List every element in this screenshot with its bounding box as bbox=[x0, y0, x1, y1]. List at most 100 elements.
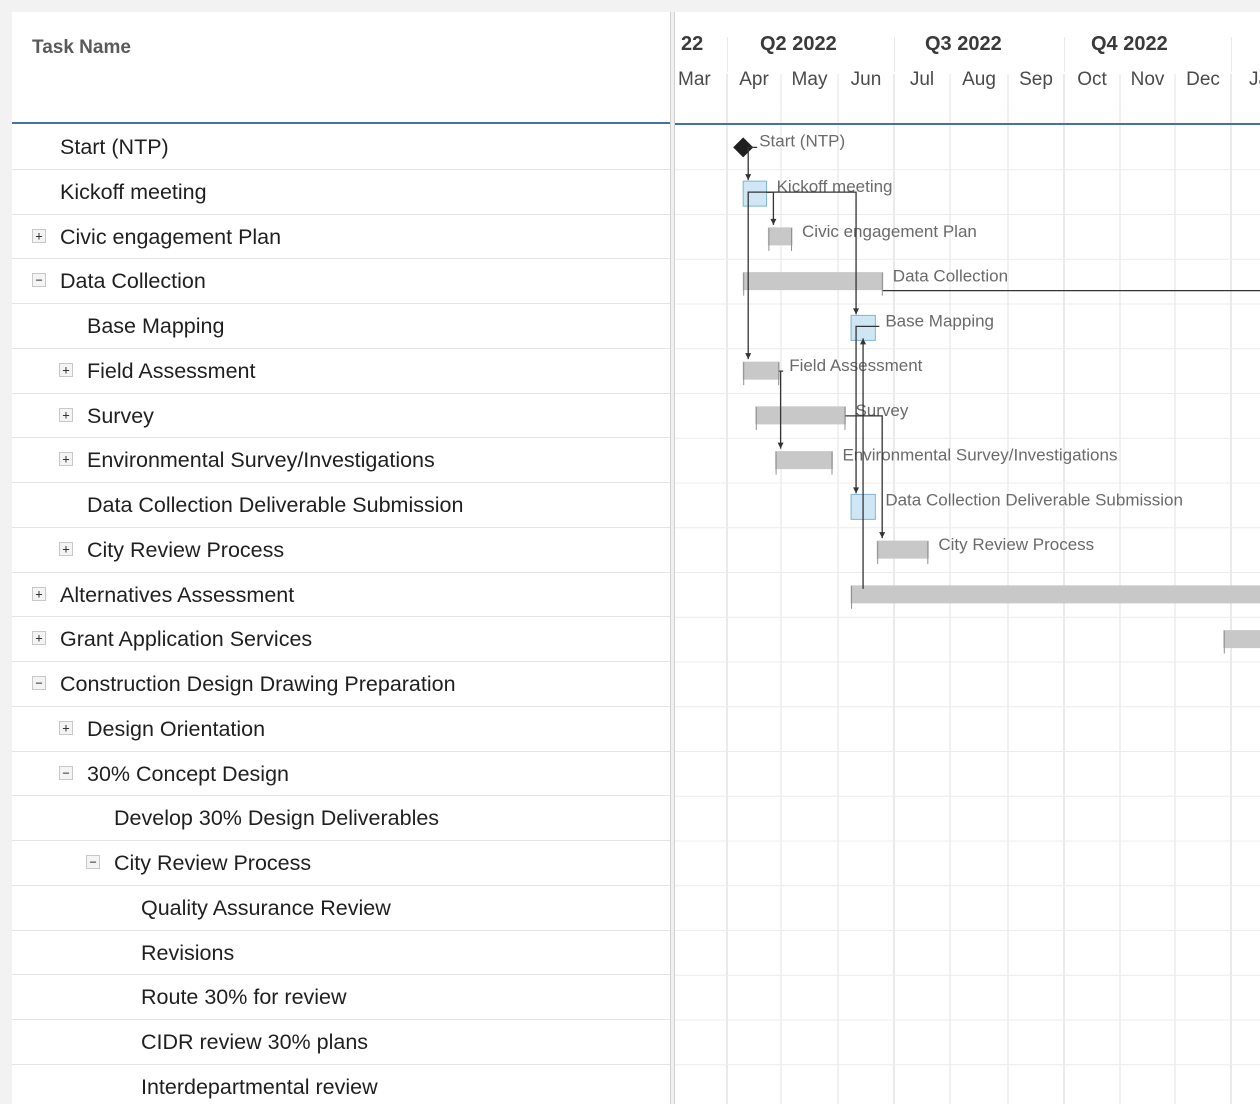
task-name-label: City Review Process bbox=[114, 851, 312, 875]
task-name-label: Start (NTP) bbox=[60, 135, 169, 159]
task-row[interactable]: + Survey bbox=[12, 394, 670, 439]
summary-bar[interactable] bbox=[742, 361, 780, 380]
gantt-app: Task Name Start (NTP) Kickoff meeting + Civ… bbox=[12, 12, 1260, 1104]
expand-toggle-icon[interactable]: + bbox=[59, 452, 73, 467]
bar-label: Base Mapping bbox=[885, 311, 994, 330]
quarter-label: Q4 2022 bbox=[1091, 33, 1168, 55]
dependency-arrowhead bbox=[879, 532, 886, 539]
task-name-label: Develop 30% Design Deliverables bbox=[114, 806, 440, 831]
task-bar[interactable] bbox=[850, 314, 876, 341]
month-label: Jul bbox=[910, 69, 934, 90]
month-label: Mar bbox=[678, 69, 711, 90]
month-label: Ja bbox=[1249, 69, 1260, 90]
task-row[interactable]: Kickoff meeting bbox=[12, 170, 670, 215]
month-label: Nov bbox=[1131, 69, 1165, 90]
expand-toggle-icon[interactable]: + bbox=[59, 362, 73, 377]
bar-label: Civic engagement Plan bbox=[802, 222, 977, 241]
expand-toggle-icon[interactable]: + bbox=[32, 228, 46, 243]
expand-toggle-icon[interactable]: + bbox=[32, 631, 46, 646]
task-row[interactable]: − Construction Design Drawing Preparation bbox=[12, 662, 670, 707]
task-row[interactable]: + Field Assessment bbox=[12, 349, 670, 394]
task-row[interactable]: Data Collection Deliverable Submission bbox=[12, 483, 670, 528]
month-label: Sep bbox=[1019, 69, 1053, 90]
task-row[interactable]: − Data Collection bbox=[12, 259, 670, 304]
task-row[interactable]: Develop 30% Design Deliverables bbox=[12, 796, 670, 841]
bar-label: Data Collection bbox=[893, 267, 1008, 286]
dependency-arrowhead bbox=[853, 487, 860, 494]
task-row[interactable]: + Civic engagement Plan bbox=[12, 215, 670, 260]
task-name-label: Kickoff meeting bbox=[60, 179, 207, 204]
task-bar[interactable] bbox=[742, 180, 768, 207]
task-rows: Start (NTP) Kickoff meeting + Civic engagem… bbox=[12, 125, 670, 1104]
dependency-arrowhead bbox=[745, 174, 752, 181]
task-row[interactable]: Quality Assurance Review bbox=[12, 886, 670, 931]
summary-bar[interactable] bbox=[1223, 630, 1260, 649]
task-row[interactable]: Route 30% for review bbox=[12, 975, 670, 1020]
task-name-label: 30% Concept Design bbox=[87, 761, 289, 786]
task-name-label: Interdepartmental review bbox=[141, 1074, 378, 1099]
expand-toggle-icon[interactable]: + bbox=[59, 720, 73, 735]
summary-bar[interactable] bbox=[850, 585, 1260, 604]
task-row[interactable]: − City Review Process bbox=[12, 841, 670, 886]
task-name-label: City Review Process bbox=[87, 537, 285, 562]
task-row[interactable]: Start (NTP) bbox=[12, 125, 670, 170]
quarter-label: 22 bbox=[681, 33, 703, 55]
expand-toggle-icon[interactable]: + bbox=[32, 586, 46, 601]
quarter-label: Q2 2022 bbox=[760, 33, 837, 55]
summary-bar[interactable] bbox=[775, 451, 833, 470]
task-grid: Task Name Start (NTP) Kickoff meeting + Civ… bbox=[12, 12, 671, 1104]
task-name-label: Alternatives Assessment bbox=[60, 582, 295, 607]
dependency-arrowhead bbox=[777, 442, 784, 449]
task-name-label: Data Collection bbox=[60, 269, 206, 294]
summary-bar[interactable] bbox=[876, 540, 929, 559]
task-row[interactable]: + Alternatives Assessment bbox=[12, 573, 670, 618]
summary-bar[interactable] bbox=[767, 227, 793, 246]
month-label: May bbox=[792, 69, 828, 90]
summary-bar[interactable] bbox=[742, 272, 884, 291]
quarter-label: Q3 2022 bbox=[925, 33, 1002, 55]
task-row[interactable]: + City Review Process bbox=[12, 528, 670, 573]
collapse-toggle-icon[interactable]: − bbox=[32, 676, 46, 690]
dependency-arrowhead bbox=[745, 353, 752, 360]
task-row[interactable]: Revisions bbox=[12, 931, 670, 976]
gantt-chart: 22 Q2 2022 Q3 2022 Q4 2022 Mar Apr May Jun Jul Au… bbox=[675, 12, 1260, 1104]
task-row[interactable]: Base Mapping bbox=[12, 304, 670, 349]
dependency-arrowhead bbox=[770, 218, 777, 225]
task-name-label: Civic engagement Plan bbox=[60, 224, 282, 249]
task-row[interactable]: + Environmental Survey/Investigations bbox=[12, 438, 670, 483]
gantt-svg: 22 Q2 2022 Q3 2022 Q4 2022 Mar Apr May Jun Jul Au… bbox=[675, 33, 1260, 1104]
month-label: Dec bbox=[1186, 69, 1220, 90]
bar-label: Start (NTP) bbox=[759, 131, 845, 150]
dependency-arrowhead bbox=[853, 308, 860, 315]
task-row[interactable]: −30% Concept Design bbox=[12, 752, 670, 797]
task-name-label: Data Collection Deliverable Submission bbox=[87, 493, 464, 517]
task-name-column-header[interactable]: Task Name bbox=[32, 37, 131, 59]
task-name-label: Construction Design Drawing Preparation bbox=[60, 672, 456, 696]
task-name-label: Base Mapping bbox=[87, 314, 225, 338]
bar-label: Kickoff meeting bbox=[777, 177, 893, 196]
collapse-toggle-icon[interactable]: − bbox=[86, 855, 100, 869]
summary-bar[interactable] bbox=[755, 406, 846, 425]
task-row[interactable]: Interdepartmental review bbox=[12, 1065, 670, 1104]
task-grid-header: Task Name bbox=[12, 12, 670, 124]
bar-label: Data Collection Deliverable Submission bbox=[885, 490, 1183, 509]
expand-toggle-icon[interactable]: + bbox=[59, 541, 73, 556]
task-name-label: Survey bbox=[87, 403, 154, 428]
task-name-label: Route 30% for review bbox=[141, 985, 347, 1010]
dependency-link bbox=[766, 191, 857, 315]
task-name-label: Grant Application Services bbox=[60, 627, 313, 652]
task-row[interactable]: + Design Orientation bbox=[12, 707, 670, 752]
task-row[interactable]: + Grant Application Services bbox=[12, 617, 670, 662]
collapse-toggle-icon[interactable]: − bbox=[32, 273, 46, 288]
task-name-label: Field Assessment bbox=[87, 358, 256, 383]
month-label: Apr bbox=[739, 69, 769, 90]
task-row[interactable]: CIDR review 30% plans bbox=[12, 1020, 670, 1065]
task-name-label: Quality Assurance Review bbox=[141, 895, 391, 920]
expand-toggle-icon[interactable]: + bbox=[59, 407, 73, 422]
task-name-label: Environmental Survey/Investigations bbox=[87, 448, 435, 473]
task-name-label: Design Orientation bbox=[87, 716, 266, 741]
collapse-toggle-icon[interactable]: − bbox=[59, 765, 73, 780]
month-label: Oct bbox=[1077, 69, 1107, 90]
month-label: Jun bbox=[851, 69, 882, 90]
month-label: Aug bbox=[962, 69, 996, 90]
